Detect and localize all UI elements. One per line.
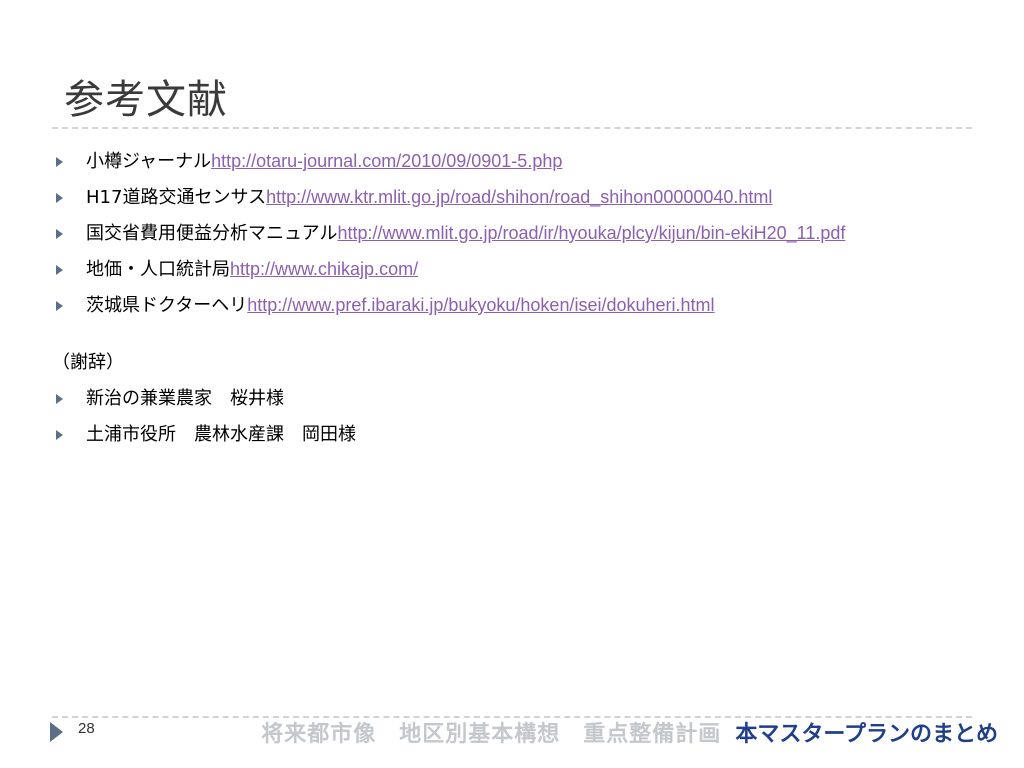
reference-label: 小樽ジャーナル	[86, 151, 212, 172]
reference-label: H17道路交通センサス	[86, 187, 267, 208]
bullet-arrow-icon	[56, 157, 63, 167]
acknowledgements-heading: （謝辞）	[52, 352, 124, 373]
reference-link[interactable]: http://www.ktr.mlit.go.jp/road/shihon/ro…	[266, 187, 772, 207]
acknowledgement-text: 土浦市役所 農林水産課 岡田様	[86, 424, 356, 445]
bullet-arrow-icon	[56, 193, 63, 203]
reference-item: 小樽ジャーナルhttp://otaru-journal.com/2010/09/…	[52, 147, 972, 176]
bullet-arrow-icon	[56, 265, 63, 275]
footer-navigation: 将来都市像 地区別基本構想 重点整備計画 本マスタープランのまとめ	[261, 720, 998, 750]
page-number: 28	[78, 720, 95, 737]
reference-item: 茨城県ドクターヘリhttp://www.pref.ibaraki.jp/buky…	[52, 291, 972, 320]
reference-item: 国交省費用便益分析マニュアルhttp://www.mlit.go.jp/road…	[52, 219, 972, 248]
acknowledgement-item: 土浦市役所 農林水産課 岡田様	[52, 420, 972, 449]
acknowledgement-text: 新治の兼業農家 桜井様	[86, 388, 284, 409]
footer-current-section: 本マスタープランのまとめ	[735, 722, 998, 747]
bullet-arrow-icon	[56, 229, 63, 239]
slide-content: 小樽ジャーナルhttp://otaru-journal.com/2010/09/…	[52, 147, 972, 456]
reference-link[interactable]: http://www.pref.ibaraki.jp/bukyoku/hoken…	[247, 295, 714, 315]
bullet-arrow-icon	[56, 430, 63, 440]
reference-item: 地価・人口統計局http://www.chikajp.com/	[52, 255, 972, 284]
reference-link[interactable]: http://www.chikajp.com/	[230, 259, 418, 279]
reference-list: 小樽ジャーナルhttp://otaru-journal.com/2010/09/…	[52, 147, 972, 320]
reference-link[interactable]: http://www.mlit.go.jp/road/ir/hyouka/plc…	[337, 223, 845, 243]
footer-sections-text: 将来都市像 地区別基本構想 重点整備計画	[261, 722, 722, 747]
bullet-arrow-icon	[56, 301, 63, 311]
reference-link[interactable]: http://otaru-journal.com/2010/09/0901-5.…	[211, 151, 562, 171]
acknowledgements-list: 新治の兼業農家 桜井様 土浦市役所 農林水産課 岡田様	[52, 384, 972, 449]
bullet-arrow-icon	[56, 394, 63, 404]
reference-item: H17道路交通センサスhttp://www.ktr.mlit.go.jp/roa…	[52, 183, 972, 212]
slide-title: 参考文献	[64, 77, 228, 123]
reference-label: 茨城県ドクターヘリ	[86, 295, 248, 316]
acknowledgement-item: 新治の兼業農家 桜井様	[52, 384, 972, 413]
title-divider	[52, 127, 972, 129]
footer-divider	[52, 716, 972, 718]
reference-label: 地価・人口統計局	[86, 259, 230, 280]
reference-label: 国交省費用便益分析マニュアル	[86, 223, 338, 244]
footer-arrow-icon	[50, 722, 63, 742]
